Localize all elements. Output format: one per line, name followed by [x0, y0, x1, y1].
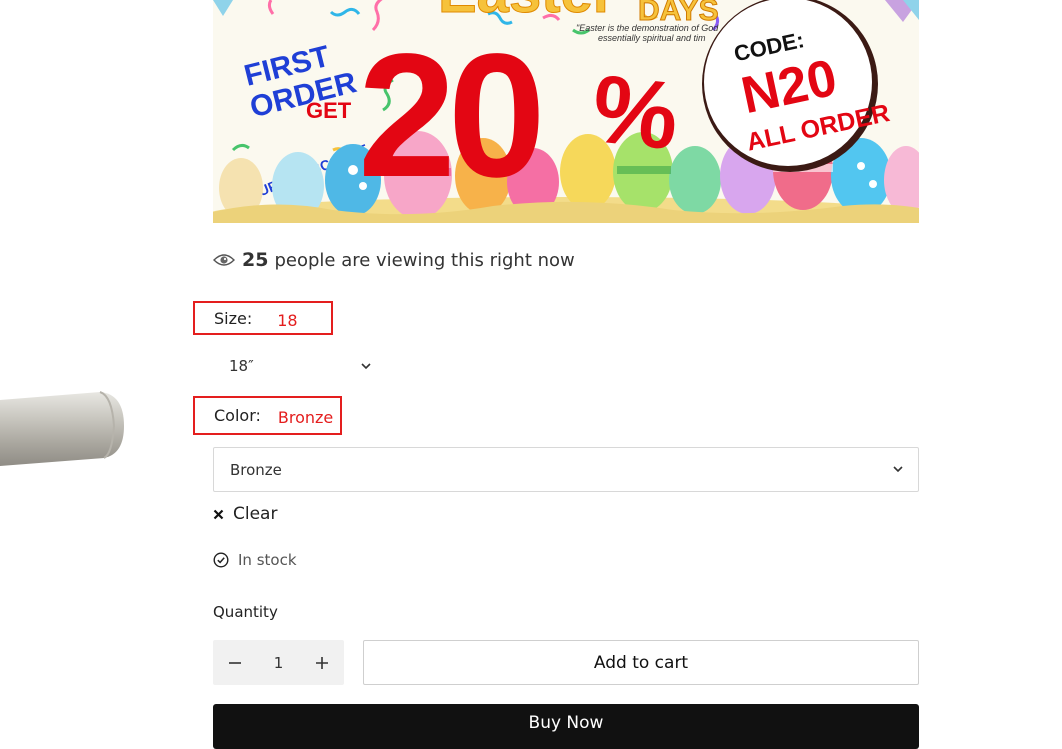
color-attribute-label: Color: Bronze: [193, 396, 342, 435]
buy-now-button[interactable]: Buy Now: [213, 704, 919, 749]
bunting-flag: [213, 0, 233, 16]
color-dropdown[interactable]: Bronze: [213, 447, 919, 492]
quantity-stepper: [213, 640, 344, 685]
banner-big-number: 20: [358, 18, 539, 214]
color-dropdown-value: Bronze: [230, 460, 282, 479]
quantity-decrease-button[interactable]: [213, 640, 257, 685]
size-selected-value: 18: [277, 310, 298, 330]
chevron-down-icon: [361, 363, 371, 370]
banner-get-text: GET: [306, 98, 352, 123]
viewers-text: people are viewing this right now: [274, 249, 575, 271]
size-attribute-label: Size: 18: [193, 301, 333, 335]
quantity-increase-button[interactable]: [300, 640, 344, 685]
quantity-label: Quantity: [213, 603, 278, 621]
promo-banner[interactable]: Easter DAYS "Easter is the demonstration…: [213, 0, 919, 223]
minus-icon: [229, 661, 241, 664]
size-dropdown[interactable]: 18″: [213, 345, 378, 387]
clear-label: Clear: [233, 504, 278, 524]
banner-quote-line1: "Easter is the demonstration of God: [576, 23, 719, 33]
clear-selection-link[interactable]: Clear: [213, 502, 277, 526]
product-rod-image: [0, 391, 124, 466]
color-selected-value: Bronze: [277, 408, 334, 427]
close-icon: [213, 509, 224, 519]
stock-status: In stock: [213, 549, 297, 571]
size-label: Size:: [214, 308, 253, 328]
banner-quote-line2: essentially spiritual and tim: [598, 33, 706, 43]
banner-percent: %: [587, 55, 683, 170]
check-circle-icon: [213, 552, 229, 568]
product-image[interactable]: [0, 388, 124, 468]
chevron-down-icon: [893, 466, 903, 473]
add-to-cart-button[interactable]: Add to cart: [363, 640, 919, 685]
quantity-input[interactable]: [257, 640, 300, 685]
stock-text: In stock: [238, 551, 297, 569]
viewers-notice: 25 people are viewing this right now: [213, 246, 575, 274]
plus-icon: [316, 656, 328, 669]
viewers-count: 25: [242, 249, 269, 271]
color-label: Color:: [214, 406, 261, 425]
size-dropdown-value: 18″: [229, 357, 254, 375]
eye-icon: [213, 254, 235, 266]
